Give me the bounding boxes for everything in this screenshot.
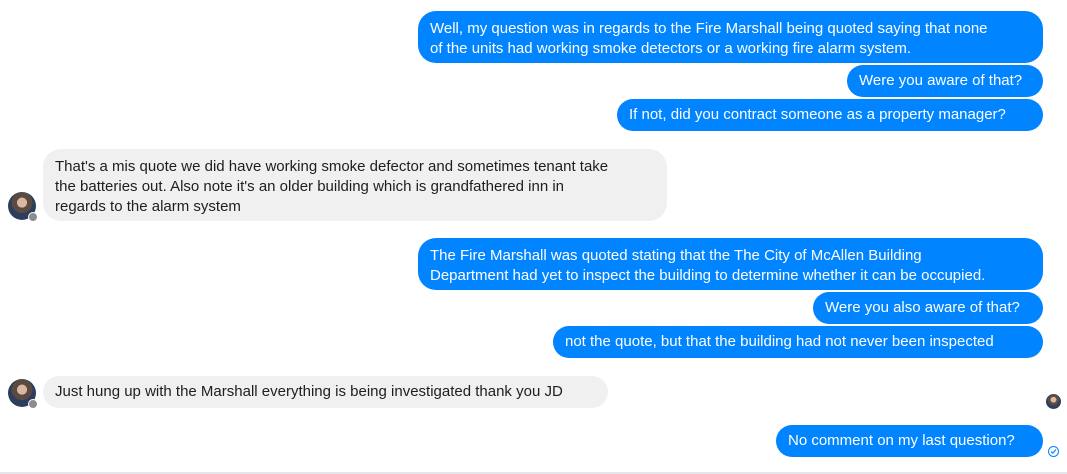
outgoing-message[interactable]: not the quote, but that the building had… (553, 326, 1043, 358)
incoming-message[interactable]: Just hung up with the Marshall everythin… (43, 376, 608, 408)
facebook-badge-icon (28, 399, 38, 409)
outgoing-message[interactable]: No comment on my last question? (776, 425, 1043, 457)
contact-avatar[interactable] (8, 192, 38, 222)
seen-avatar-icon (1046, 394, 1061, 409)
incoming-message[interactable]: That's a mis quote we did have working s… (43, 149, 667, 221)
outgoing-message[interactable]: If not, did you contract someone as a pr… (617, 99, 1043, 131)
outgoing-message[interactable]: Were you also aware of that? (813, 292, 1043, 324)
outgoing-message[interactable]: Well, my question was in regards to the … (418, 11, 1043, 63)
facebook-badge-icon (28, 212, 38, 222)
contact-avatar[interactable] (8, 379, 38, 409)
outgoing-message[interactable]: Were you aware of that? (847, 65, 1043, 97)
outgoing-message[interactable]: The Fire Marshall was quoted stating tha… (418, 238, 1043, 290)
sent-check-icon (1048, 446, 1059, 457)
